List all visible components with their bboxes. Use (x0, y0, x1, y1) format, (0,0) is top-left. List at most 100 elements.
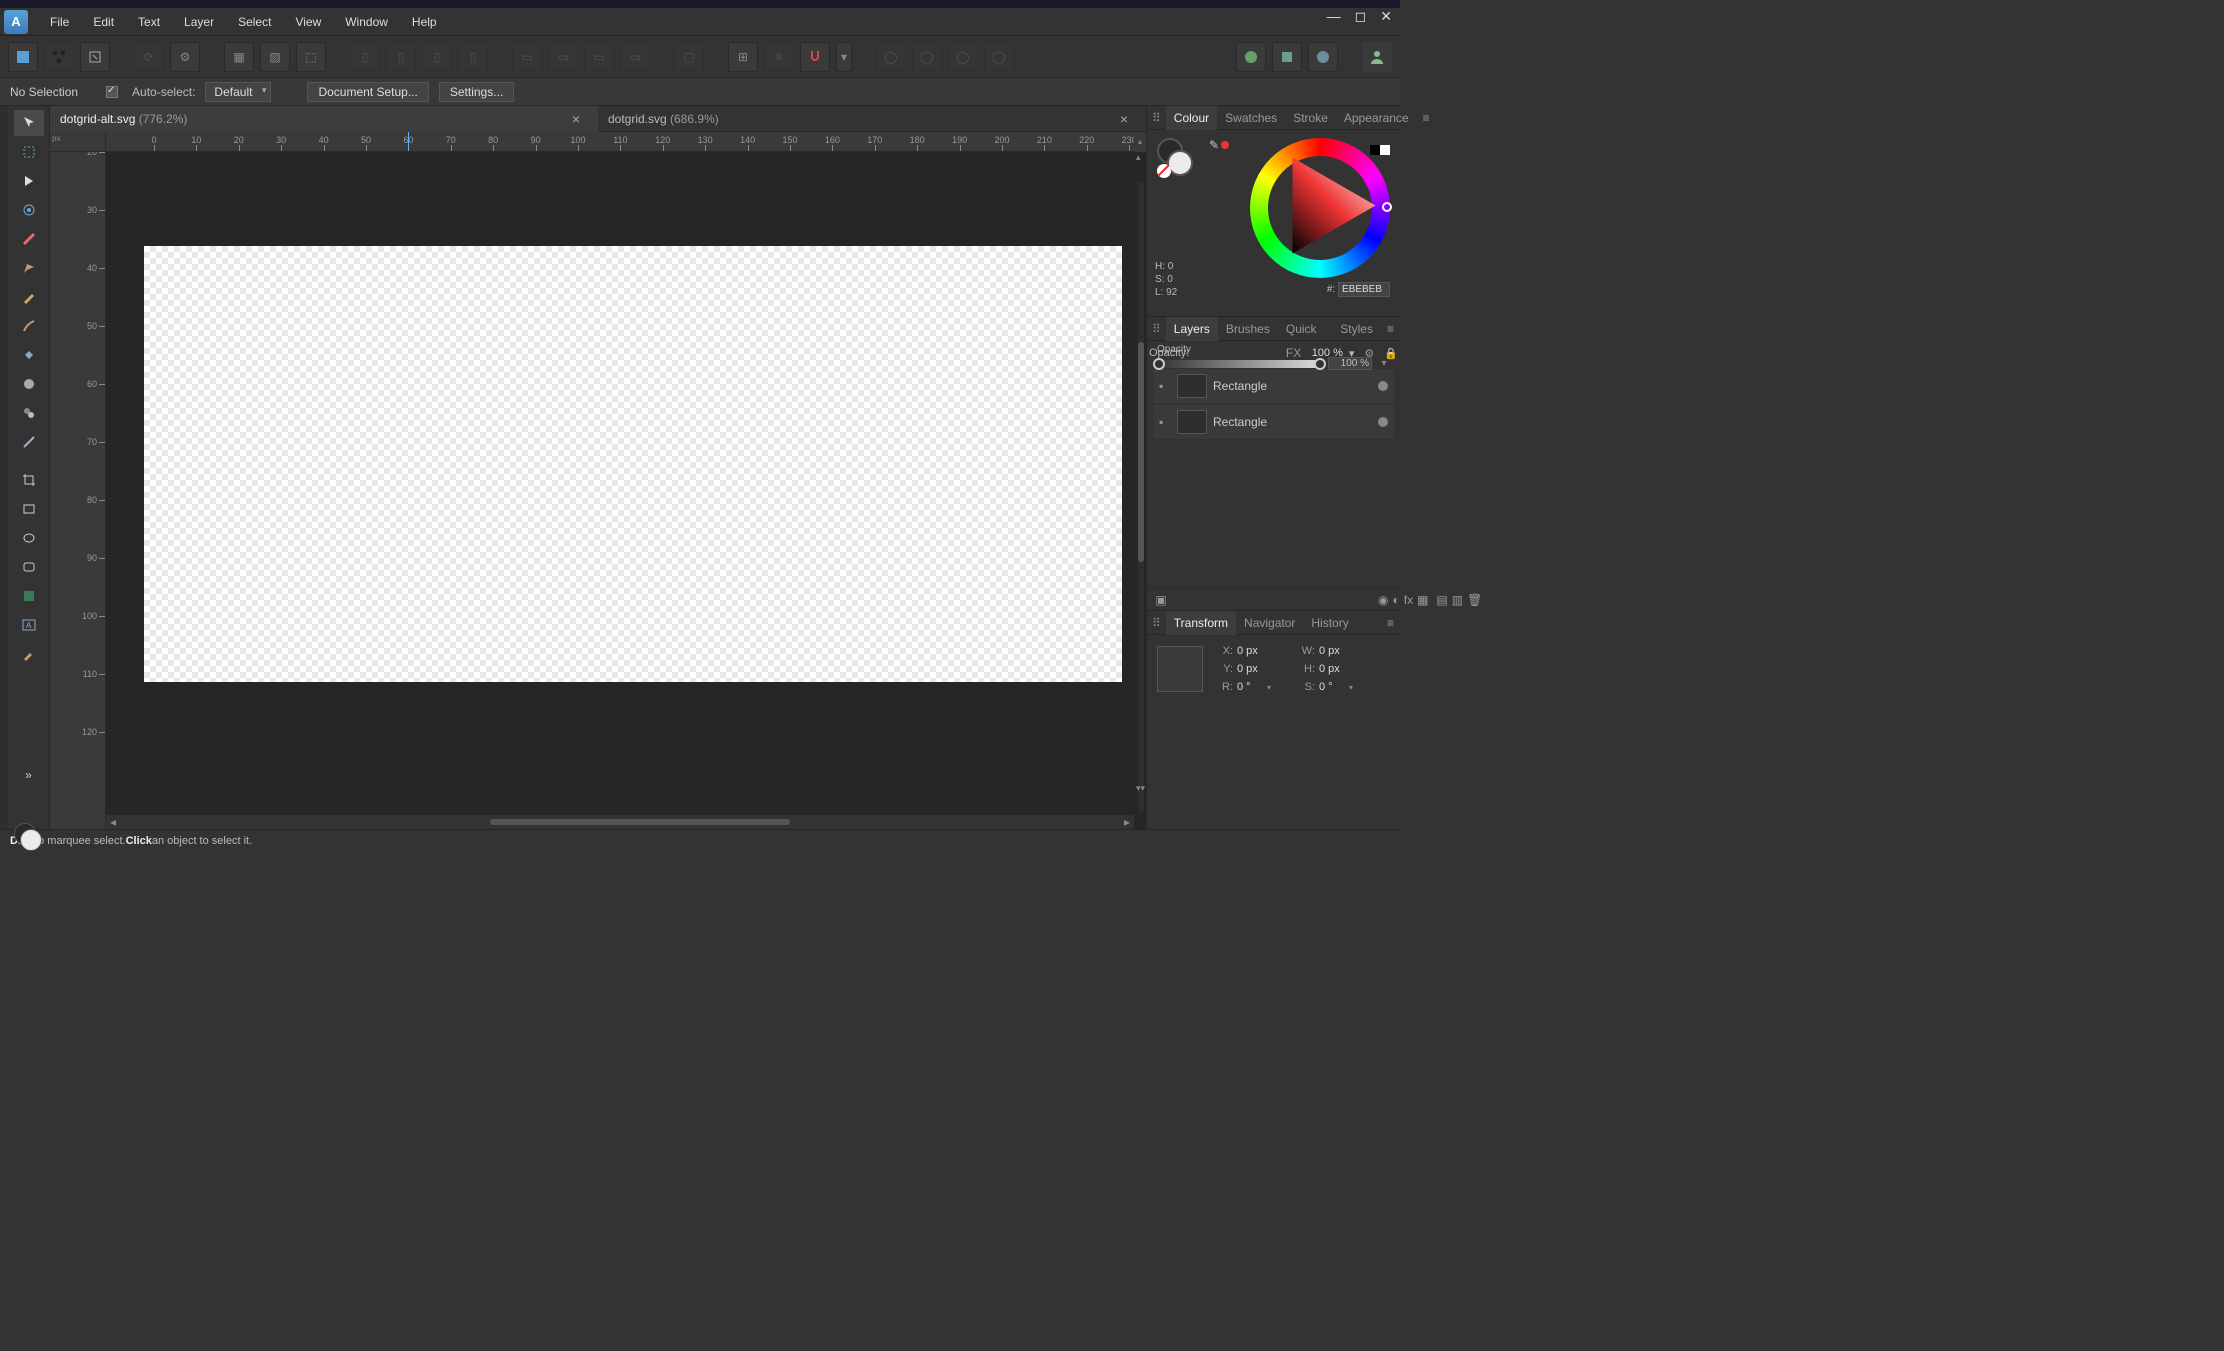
document-setup-button[interactable]: Document Setup... (307, 82, 428, 102)
layer-name[interactable]: Rectangle (1213, 415, 1267, 429)
layer-name[interactable]: Rectangle (1213, 379, 1267, 393)
tab-close-icon[interactable]: × (1112, 106, 1136, 132)
menu-help[interactable]: Help (400, 8, 449, 36)
arrange-forward-icon[interactable]: ▭ (584, 42, 614, 72)
ellipse-tool-icon[interactable] (14, 525, 44, 551)
rounded-rect-tool-icon[interactable] (14, 554, 44, 580)
colour-wheel[interactable] (1250, 138, 1390, 278)
panel-tab-swatches[interactable]: Swatches (1217, 106, 1285, 130)
select-invert-icon[interactable]: ▨ (260, 42, 290, 72)
live-filter-icon[interactable]: ▦ (1417, 593, 1428, 607)
sync-defaults-icon[interactable]: ⟳ (134, 42, 164, 72)
opacity-dropdown-icon[interactable]: ▾ (1378, 358, 1390, 369)
window-close-icon[interactable]: ✕ (1380, 8, 1392, 25)
preferences-icon[interactable]: ⚙ (170, 42, 200, 72)
knife-tool-icon[interactable] (14, 429, 44, 455)
artboard-tool-icon[interactable] (14, 139, 44, 165)
resource-manager-icon[interactable] (1236, 42, 1266, 72)
layer-visibility-icon[interactable] (1378, 381, 1388, 391)
corner-tool-icon[interactable] (14, 226, 44, 252)
panel-grip-icon[interactable]: ⠿ (1147, 616, 1166, 630)
panel-tab-transform[interactable]: Transform (1166, 611, 1236, 635)
place-tool-icon[interactable] (14, 400, 44, 426)
menu-layer[interactable]: Layer (172, 8, 226, 36)
anchor-selector[interactable] (1157, 646, 1203, 692)
boolean-xor-icon[interactable]: ◯ (984, 42, 1014, 72)
boolean-subtract-icon[interactable]: ◯ (912, 42, 942, 72)
tf-y-input[interactable] (1237, 663, 1285, 675)
layer-row[interactable]: ▪Rectangle (1153, 405, 1394, 439)
canvas-viewport[interactable]: ▴▾▾ ◂▸ (106, 152, 1146, 829)
tab-close-icon[interactable]: × (564, 106, 588, 132)
transparency-tool-icon[interactable] (14, 371, 44, 397)
align-top-icon[interactable]: ▯ (458, 42, 488, 72)
snap-grid-icon[interactable]: ⊞ (728, 42, 758, 72)
contour-tool-icon[interactable] (14, 197, 44, 223)
colour-picker-tool-icon[interactable] (14, 641, 44, 667)
horizontal-scrollbar[interactable]: ◂▸ (106, 815, 1134, 829)
align-left-icon[interactable]: ▯ (350, 42, 380, 72)
menu-view[interactable]: View (283, 8, 333, 36)
window-maximize-icon[interactable]: ◻ (1355, 8, 1367, 25)
fx-layer-icon[interactable]: fx (1404, 593, 1413, 607)
layer-visibility-icon[interactable] (1378, 417, 1388, 427)
tf-x-input[interactable] (1237, 645, 1285, 657)
document-tab[interactable]: dotgrid.svg (686.9%)× (598, 106, 1146, 132)
app-icon[interactable]: A (4, 10, 28, 34)
menu-edit[interactable]: Edit (81, 8, 126, 36)
align-center-icon[interactable]: ▯ (386, 42, 416, 72)
horizontal-ruler[interactable]: 0102030405060708090100110120130140150160… (106, 132, 1134, 152)
boolean-add-icon[interactable]: ◯ (876, 42, 906, 72)
menu-window[interactable]: Window (333, 8, 400, 36)
canvas-artboard[interactable] (144, 246, 1122, 682)
crop-tool-icon[interactable] (14, 467, 44, 493)
tools-overflow-icon[interactable]: » (14, 762, 44, 788)
panel-tab-appearance[interactable]: Appearance (1336, 106, 1417, 130)
menu-file[interactable]: File (38, 8, 81, 36)
boolean-intersect-icon[interactable]: ◯ (948, 42, 978, 72)
arrange-front-icon[interactable]: ▭ (620, 42, 650, 72)
tf-s-input[interactable] (1319, 681, 1349, 693)
panel-tab-colour[interactable]: Colour (1166, 106, 1217, 130)
pen-tool-icon[interactable] (14, 255, 44, 281)
persona-designer-icon[interactable] (8, 42, 38, 72)
persona-export-icon[interactable] (80, 42, 110, 72)
autoselect-checkbox[interactable] (106, 86, 118, 98)
text-tool-icon[interactable]: A (14, 612, 44, 638)
opacity-value[interactable]: 100 % (1328, 357, 1372, 370)
assets-icon[interactable] (1308, 42, 1338, 72)
eyedropper-icon[interactable]: ✎ (1209, 138, 1219, 152)
window-minimize-icon[interactable]: — (1327, 8, 1341, 25)
hex-input[interactable] (1338, 282, 1390, 297)
arrange-back-icon[interactable]: ▭ (512, 42, 542, 72)
fill-stroke-selector[interactable] (1157, 138, 1201, 182)
mask-layer-icon[interactable]: ◉ (1378, 593, 1388, 607)
panel-tab-history[interactable]: History (1303, 611, 1356, 635)
select-all-icon[interactable]: ▦ (224, 42, 254, 72)
menu-select[interactable]: Select (226, 8, 283, 36)
edit-all-layers-icon[interactable]: ▣ (1153, 593, 1169, 607)
magnet-icon[interactable] (800, 42, 830, 72)
shape-tool-icon[interactable] (14, 583, 44, 609)
persona-pixel-icon[interactable] (44, 42, 74, 72)
node-tool-icon[interactable] (14, 168, 44, 194)
stock-icon[interactable] (1272, 42, 1302, 72)
panel-tab-navigator[interactable]: Navigator (1236, 611, 1303, 635)
document-tab[interactable]: dotgrid-alt.svg (776.2%)× (50, 106, 598, 132)
panel-menu-icon[interactable]: ≡ (1381, 616, 1400, 630)
brush-tool-icon[interactable] (14, 313, 44, 339)
arrange-backward-icon[interactable]: ▭ (548, 42, 578, 72)
adjustment-layer-icon[interactable]: ◐ (1392, 593, 1399, 607)
last-picked-colour-icon[interactable] (1221, 141, 1229, 149)
opacity-slider[interactable] (1157, 360, 1322, 368)
settings-button[interactable]: Settings... (439, 82, 514, 102)
panel-grip-icon[interactable]: ⠿ (1147, 111, 1166, 125)
add-layer-icon[interactable]: ▤ (1436, 593, 1447, 607)
panel-tab-stroke[interactable]: Stroke (1285, 106, 1336, 130)
insert-inside-icon[interactable]: ▢ (674, 42, 704, 72)
account-avatar-icon[interactable] (1362, 42, 1392, 72)
tf-h-input[interactable] (1319, 663, 1367, 675)
select-expand-icon[interactable]: ⬚ (296, 42, 326, 72)
fill-tool-icon[interactable] (14, 342, 44, 368)
vertical-ruler[interactable]: 2030405060708090100110120 (50, 152, 106, 829)
